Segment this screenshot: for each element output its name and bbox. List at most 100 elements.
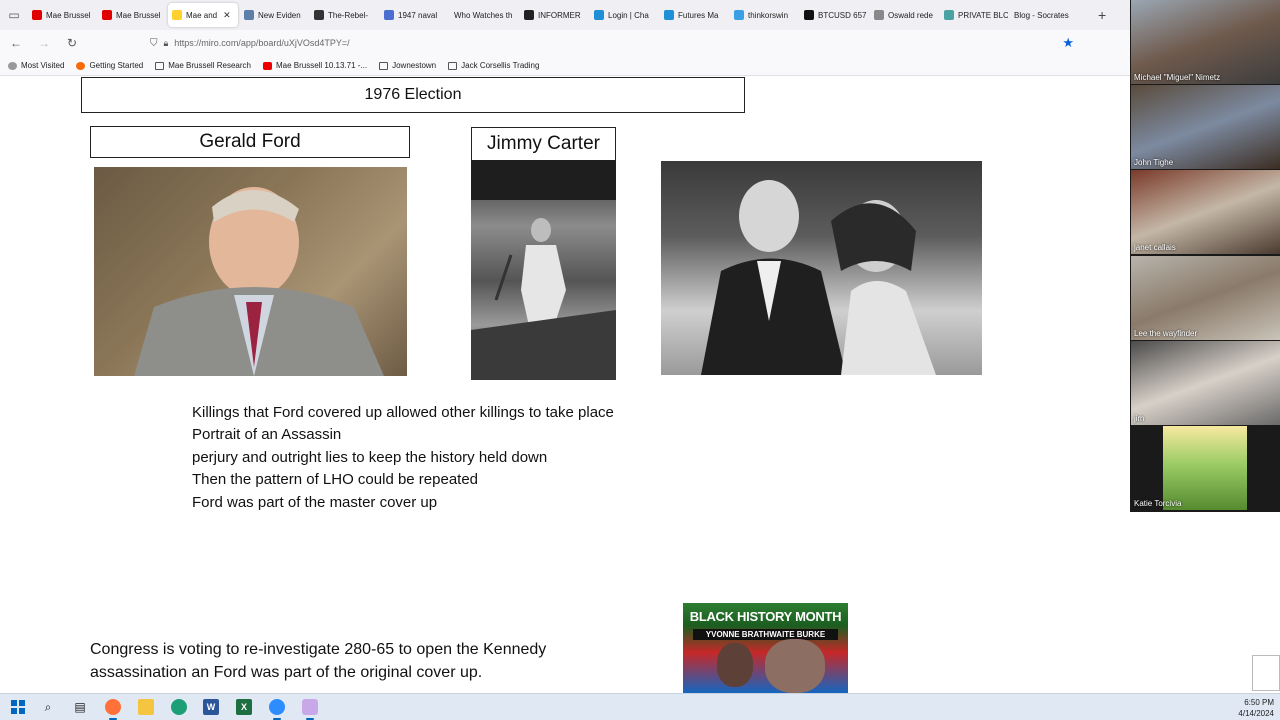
board-title: 1976 Election [364,86,462,103]
browser-tab[interactable]: The-Rebel- [310,3,378,27]
bookmark-label: Most Visited [21,61,65,70]
bookmark-item[interactable]: Mae Brussell 10.13.71 -... [262,61,368,70]
tab-label: The-Rebel- [328,10,369,20]
folder-icon [448,61,458,70]
carter-couple-figure [701,180,936,375]
browser-tab[interactable]: Oswald rede [870,3,938,27]
browser-tab[interactable]: Blog - Socrates [1010,3,1090,27]
excel-icon[interactable]: X [236,699,252,715]
ford-label: Gerald Ford [199,131,301,152]
browser-tab[interactable]: Mae Brussel [28,3,96,27]
notes-text-block[interactable]: Killings that Ford covered up allowed ot… [192,402,614,514]
windows-taskbar: ⌕ ▤ W X 6:50 PM 4/14/2024 [0,693,1280,720]
url-text[interactable]: https://miro.com/app/board/uXjVOsd4TPY=/ [174,38,349,48]
poster-name: YVONNE BRATHWAITE BURKE [693,629,838,640]
note-line: Killings that Ford covered up allowed ot… [192,404,614,421]
participant-tile[interactable]: Katie Torcivia [1131,426,1280,510]
forward-arrow-icon[interactable]: → [32,36,56,50]
clock-date: 4/14/2024 [1238,709,1274,718]
tab-favicon-icon [172,10,182,20]
browser-tab[interactable]: Mae Brussel [98,3,166,27]
carter-working-photo[interactable] [471,160,616,380]
participant-tile[interactable]: janet callais [1131,170,1280,254]
tab-label: PRIVATE BLC [958,10,1008,20]
poster-title: BLACK HISTORY MONTH [689,609,842,624]
bookmark-item[interactable]: Getting Started [76,61,143,70]
tab-label: Oswald rede [888,10,933,20]
youtube-icon [262,61,272,70]
ford-label-box[interactable]: Gerald Ford [90,126,410,158]
carter-couple-photo[interactable] [661,161,982,375]
browser-tab[interactable]: thinkorswin [730,3,798,27]
back-arrow-icon[interactable]: ← [4,36,28,50]
tab-favicon-icon [384,10,394,20]
windows-start-icon[interactable] [10,699,26,715]
tab-label: Futures Ma [678,10,719,20]
bookmark-item[interactable]: Jownestown [379,61,436,70]
participant-tile[interactable]: jim [1131,341,1280,425]
new-tab-button[interactable]: + [1098,7,1106,23]
bookmark-star-icon[interactable]: ★ [1062,35,1074,51]
gerald-ford-photo[interactable] [94,167,407,376]
edge-icon[interactable] [171,699,187,715]
bookmark-label: Mae Brussell Research [168,61,251,70]
tab-label: INFORMER [538,10,581,20]
tab-favicon-icon [524,10,534,20]
firefox-icon[interactable] [105,699,121,715]
congress-text-block[interactable]: Congress is voting to re-investigate 280… [90,639,610,684]
browser-tab[interactable]: New Eviden [240,3,308,27]
bookmark-item[interactable]: Most Visited [8,61,64,70]
bookmark-label: Jack Corsellis Trading [461,61,540,70]
tab-label: BTCUSD 657 [818,10,867,20]
participant-tile[interactable]: Lee the wayfinder [1131,256,1280,340]
browser-tab[interactable]: 1947 naval [380,3,448,27]
tab-favicon-icon [874,10,884,20]
bookmark-label: Getting Started [89,61,144,70]
browser-tab[interactable]: Futures Ma [660,3,728,27]
carter-label-box[interactable]: Jimmy Carter [471,127,616,161]
bookmark-item[interactable]: Jack Corsellis Trading [448,61,539,70]
browser-tab[interactable]: PRIVATE BLC [940,3,1008,27]
snipping-tool-icon[interactable] [302,699,318,715]
browser-tab[interactable]: Who Watches th [450,3,518,27]
tab-favicon-icon [32,10,42,20]
search-icon[interactable]: ⌕ [40,699,56,715]
shield-icon[interactable]: ⛉ [150,38,158,49]
note-line: Portrait of an Assassin [192,426,342,444]
bookmark-label: Mae Brussell 10.13.71 -... [275,61,368,70]
url-bar[interactable]: ⛉ 🔒︎ https://miro.com/app/board/uXjVOsd4… [150,32,1080,54]
tab-favicon-icon [734,10,744,20]
bookmark-item[interactable]: Mae Brussell Research [155,61,251,70]
clock-time: 6:50 PM [1244,698,1274,707]
reload-icon[interactable]: ↻ [60,36,84,50]
board-title-frame[interactable]: 1976 Election [81,77,745,113]
browser-tab[interactable]: Mae and ✕ [168,3,238,27]
browser-tab[interactable]: INFORMER [520,3,588,27]
browser-tab-bar: ▭ Mae Brussel Mae Brussel Mae and ✕ New Evid… [0,0,1130,30]
system-clock[interactable]: 6:50 PM 4/14/2024 [1238,697,1274,719]
file-explorer-icon[interactable] [138,699,154,715]
tab-list-icon[interactable]: ▭ [0,0,28,30]
zoom-icon[interactable] [269,699,285,715]
black-history-month-poster[interactable]: BLACK HISTORY MONTH YVONNE BRATHWAITE BU… [683,603,848,693]
miro-board-canvas[interactable]: 1976 Election Gerald Ford Jimmy Carter K… [0,77,1130,693]
firefox-icon [76,61,86,70]
participant-tile[interactable]: John Tighe [1131,85,1280,169]
tab-label: New Eviden [258,10,301,20]
tab-label: Mae and [186,10,218,20]
tab-label: Login | Cha [608,10,649,20]
browser-tab[interactable]: Login | Cha [590,3,658,27]
gear-icon [8,61,17,70]
browser-nav-bar: ← → ↻ ⛉ 🔒︎ https://miro.com/app/board/uX… [0,30,1130,56]
browser-tab[interactable]: BTCUSD 657 [800,3,868,27]
tab-label: Mae Brussel [46,10,91,20]
close-tab-icon[interactable]: ✕ [223,10,231,21]
floating-app-window[interactable] [1252,655,1280,691]
tab-favicon-icon [804,10,814,20]
tab-label: thinkorswin [748,10,789,20]
word-icon[interactable]: W [203,699,219,715]
lock-icon[interactable]: 🔒︎ [164,38,169,49]
task-view-icon[interactable]: ▤ [72,699,88,715]
poster-portrait-left [717,643,753,687]
participant-tile[interactable]: Michael "Miguel" Nimetz [1131,0,1280,84]
